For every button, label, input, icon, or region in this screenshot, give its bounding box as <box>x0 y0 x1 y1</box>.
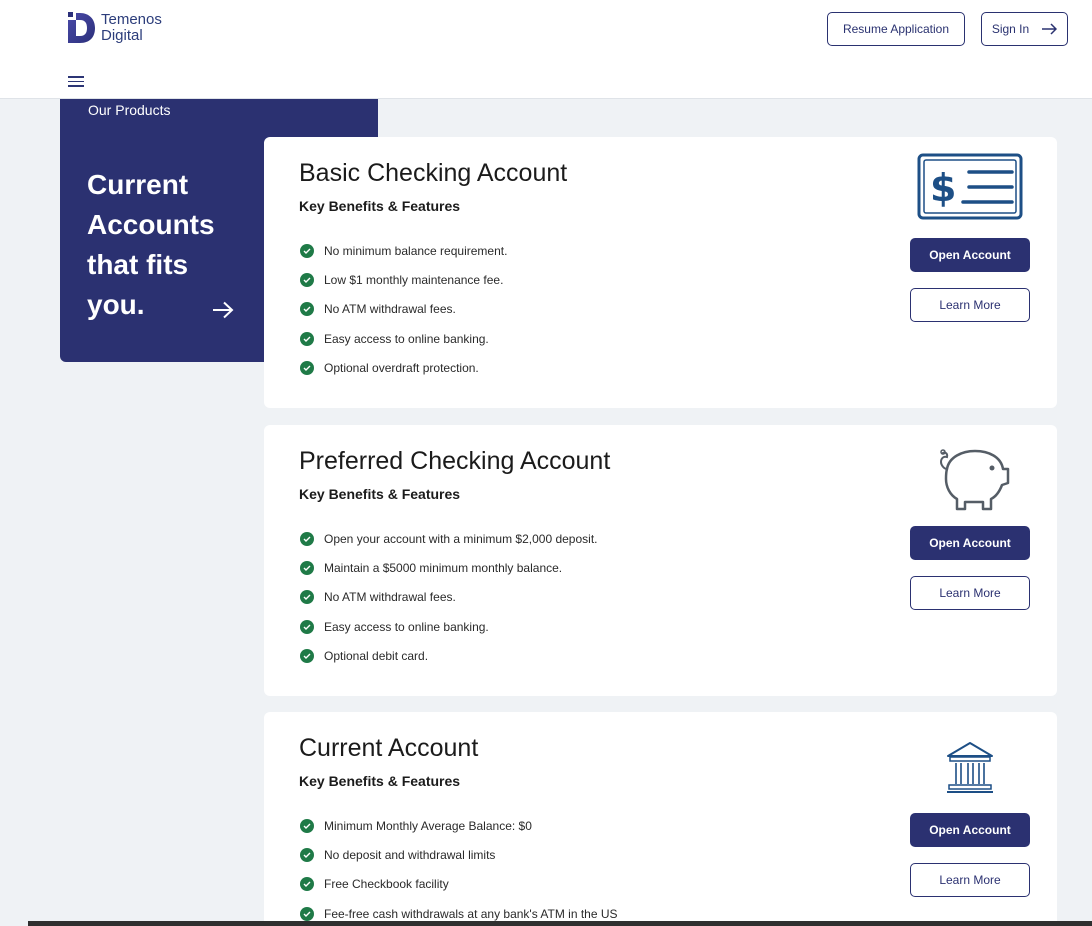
sign-in-label: Sign In <box>991 22 1030 36</box>
feature-text: Optional overdraft protection. <box>324 360 479 375</box>
feature-item: Optional debit card. <box>300 641 597 670</box>
open-account-label: Open Account <box>929 536 1011 550</box>
check-circle-icon <box>300 619 314 634</box>
bottom-scrollbar[interactable] <box>28 921 1092 926</box>
piggy-bank-icon <box>939 449 1010 511</box>
feature-item: Free Checkbook facility <box>300 870 618 899</box>
check-circle-icon <box>300 272 314 287</box>
check-circle-icon <box>300 302 314 317</box>
learn-more-label: Learn More <box>939 298 1001 312</box>
learn-more-label: Learn More <box>939 586 1001 600</box>
open-account-label: Open Account <box>929 823 1011 837</box>
learn-more-button[interactable]: Learn More <box>910 863 1030 897</box>
open-account-button[interactable]: Open Account <box>910 813 1030 847</box>
feature-item: Low $1 monthly maintenance fee. <box>300 265 507 294</box>
open-account-label: Open Account <box>929 248 1011 262</box>
promo-eyebrow: Our Products <box>88 102 171 118</box>
resume-application-label: Resume Application <box>842 22 950 36</box>
product-card-current-account: Current Account Key Benefits & Features … <box>264 712 1057 926</box>
check-circle-icon <box>300 818 314 833</box>
feature-text: Easy access to online banking. <box>324 331 489 346</box>
check-circle-icon <box>300 877 314 892</box>
feature-item: Maintain a $5000 minimum monthly balance… <box>300 553 597 582</box>
learn-more-button[interactable]: Learn More <box>910 288 1030 322</box>
check-circle-icon <box>300 531 314 546</box>
check-circle-icon <box>300 906 314 921</box>
open-account-button[interactable]: Open Account <box>910 526 1030 560</box>
feature-item: Optional overdraft protection. <box>300 353 507 382</box>
sign-in-button[interactable]: Sign In <box>981 12 1068 46</box>
top-header: Temenos Digital Resume Application Sign … <box>0 0 1092 99</box>
arrow-right-icon[interactable] <box>212 301 234 319</box>
feature-text: Easy access to online banking. <box>324 619 489 634</box>
card-title: Preferred Checking Account <box>299 447 611 475</box>
feature-item: Open your account with a minimum $2,000 … <box>300 524 597 553</box>
brand-name: Temenos Digital <box>101 12 162 44</box>
feature-item: No ATM withdrawal fees. <box>300 295 507 324</box>
hamburger-icon[interactable] <box>68 76 84 87</box>
learn-more-button[interactable]: Learn More <box>910 576 1030 610</box>
feature-item: Easy access to online banking. <box>300 612 597 641</box>
svg-text:$: $ <box>930 166 956 210</box>
card-title: Basic Checking Account <box>299 159 568 187</box>
temenos-logo-icon <box>68 12 95 43</box>
arrow-right-icon <box>1042 23 1058 35</box>
card-subtitle: Key Benefits & Features <box>299 773 461 789</box>
feature-item: Easy access to online banking. <box>300 324 507 353</box>
feature-text: Minimum Monthly Average Balance: $0 <box>324 818 532 833</box>
feature-list: Minimum Monthly Average Balance: $0 No d… <box>300 811 618 926</box>
feature-text: Low $1 monthly maintenance fee. <box>324 272 504 287</box>
check-circle-icon <box>300 360 314 375</box>
learn-more-label: Learn More <box>939 873 1001 887</box>
open-account-button[interactable]: Open Account <box>910 238 1030 272</box>
feature-text: Optional debit card. <box>324 648 429 663</box>
feature-text: Fee-free cash withdrawals at any bank's … <box>324 906 618 921</box>
feature-text: No ATM withdrawal fees. <box>324 590 456 605</box>
feature-item: No ATM withdrawal fees. <box>300 583 597 612</box>
feature-list: No minimum balance requirement. Low $1 m… <box>300 236 507 382</box>
check-circle-icon <box>300 243 314 258</box>
brand-logo[interactable]: Temenos Digital <box>67 12 162 44</box>
feature-text: Open your account with a minimum $2,000 … <box>324 531 598 546</box>
check-circle-icon <box>300 648 314 663</box>
feature-item: No deposit and withdrawal limits <box>300 840 618 869</box>
feature-list: Open your account with a minimum $2,000 … <box>300 524 597 670</box>
check-dollar-icon: $ <box>917 153 1023 220</box>
resume-application-button[interactable]: Resume Application <box>827 12 965 46</box>
brand-name-line2: Digital <box>101 27 143 44</box>
product-card-basic-checking: Basic Checking Account Key Benefits & Fe… <box>264 137 1057 408</box>
card-subtitle: Key Benefits & Features <box>299 486 461 502</box>
bank-building-icon <box>947 742 993 793</box>
brand-name-line1: Temenos <box>101 11 162 28</box>
check-circle-icon <box>300 331 314 346</box>
feature-text: No deposit and withdrawal limits <box>324 847 496 862</box>
card-title: Current Account <box>299 734 479 762</box>
feature-text: No minimum balance requirement. <box>324 243 508 258</box>
feature-text: Maintain a $5000 minimum monthly balance… <box>324 560 563 575</box>
check-circle-icon <box>300 847 314 862</box>
feature-text: No ATM withdrawal fees. <box>324 302 456 317</box>
check-circle-icon <box>300 560 314 575</box>
feature-item: No minimum balance requirement. <box>300 236 507 265</box>
feature-text: Free Checkbook facility <box>324 877 449 892</box>
feature-item: Minimum Monthly Average Balance: $0 <box>300 811 618 840</box>
product-card-preferred-checking: Preferred Checking Account Key Benefits … <box>264 425 1057 696</box>
check-circle-icon <box>300 590 314 605</box>
card-subtitle: Key Benefits & Features <box>299 198 461 214</box>
